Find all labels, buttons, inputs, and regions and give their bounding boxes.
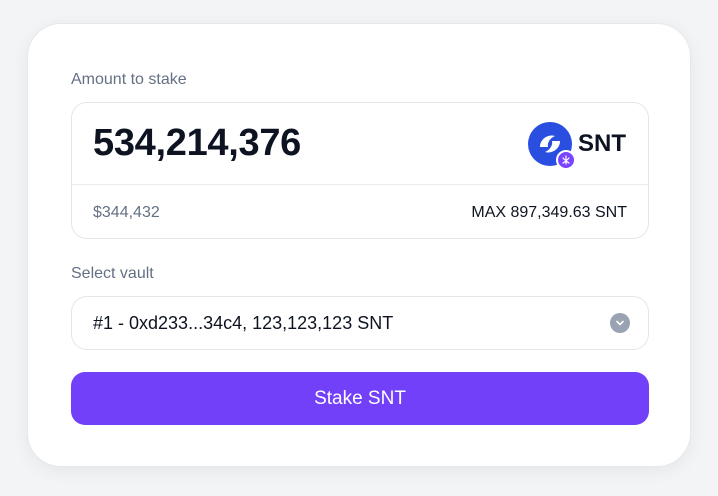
vault-select[interactable]: #1 - 0xd233...34c4, 123,123,123 SNT bbox=[71, 296, 649, 350]
amount-input-row: 534,214,376 SNT bbox=[72, 103, 648, 185]
stake-card: Amount to stake 534,214,376 SNT $344,432… bbox=[27, 23, 691, 467]
vault-label: Select vault bbox=[71, 265, 154, 282]
stake-button[interactable]: Stake SNT bbox=[71, 372, 649, 425]
amount-input-box[interactable]: 534,214,376 SNT $344,432 MAX 897,349.63 … bbox=[71, 102, 649, 239]
amount-label: Amount to stake bbox=[71, 71, 187, 88]
token-selector: SNT bbox=[528, 121, 626, 170]
usd-value: $344,432 bbox=[93, 204, 160, 221]
amount-input[interactable]: 534,214,376 bbox=[93, 122, 301, 165]
network-badge-icon bbox=[556, 150, 576, 170]
vault-selected-value: #1 - 0xd233...34c4, 123,123,123 SNT bbox=[93, 313, 394, 333]
chevron-down-icon bbox=[610, 313, 630, 333]
max-amount-button[interactable]: MAX 897,349.63 SNT bbox=[471, 204, 627, 222]
snt-token-icon bbox=[528, 122, 576, 170]
token-symbol: SNT bbox=[578, 130, 626, 157]
